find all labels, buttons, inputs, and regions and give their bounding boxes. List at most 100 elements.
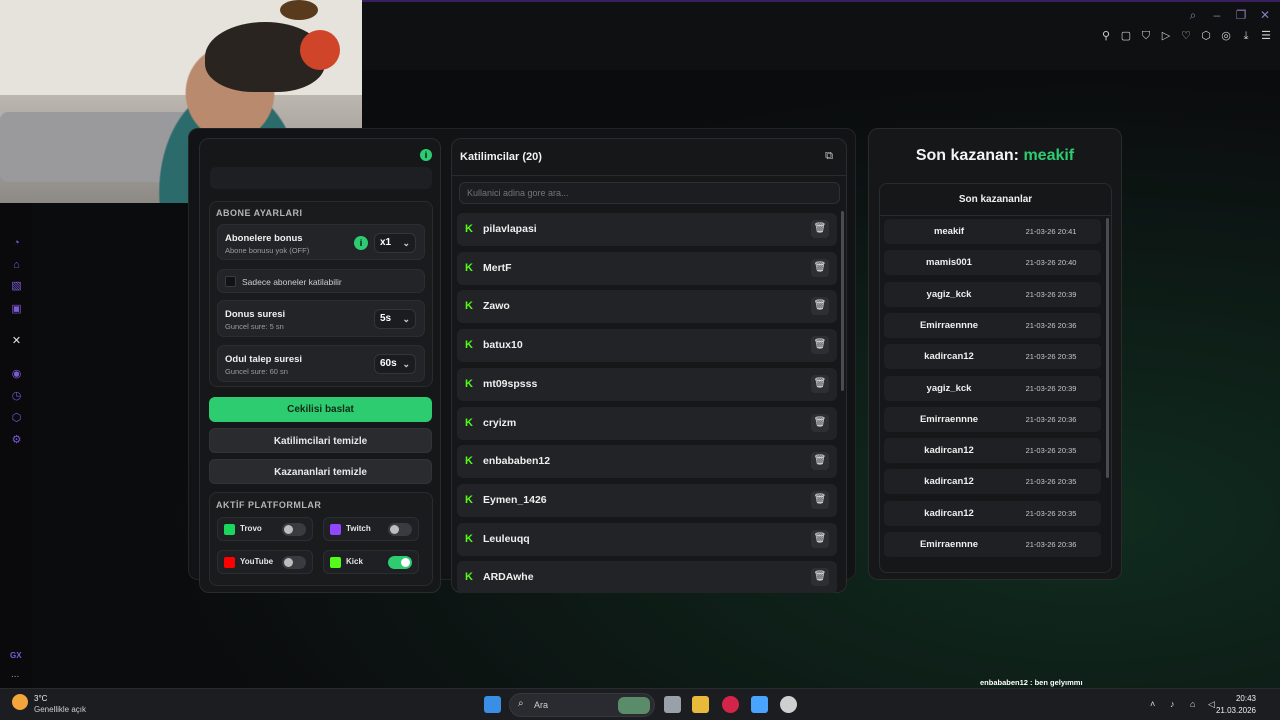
winner-name: kadircan12 <box>924 445 974 457</box>
date[interactable]: 21.03.2026 <box>1216 706 1256 715</box>
extensions-icon[interactable]: ⬡ <box>10 412 23 425</box>
start-icon[interactable] <box>484 696 501 713</box>
only-subs-checkbox[interactable] <box>225 276 236 287</box>
winner-item: Emirraennne 21-03-26 20:36 <box>884 532 1101 557</box>
close-icon[interactable]: ✕ <box>1258 8 1272 22</box>
task-view-icon[interactable] <box>664 696 681 713</box>
scrollbar[interactable] <box>1106 218 1109 478</box>
platform-label: Kick <box>346 557 363 566</box>
settings-field[interactable] <box>210 167 432 189</box>
winner-item: yagiz_kck 21-03-26 20:39 <box>884 281 1101 307</box>
sidebar-app-icon[interactable]: ▧ <box>10 280 23 293</box>
participant-list: Kpilavlapasi 🗑 K MertF 🗑 K Zawo 🗑 Kbatux10 🗑 Kmt09… <box>457 213 837 593</box>
weather-temp: 3°C <box>34 694 48 703</box>
participant-item: Kenbababen12 🗑 <box>457 445 837 479</box>
bonus-duration-select[interactable]: 5s ⌄ <box>374 309 416 329</box>
sidebar-app-icon[interactable]: ⌂ <box>10 259 23 272</box>
taskbar-search[interactable]: ⌕ Ara <box>509 693 655 717</box>
winner-name: Emirraennne <box>919 413 979 425</box>
menu-icon[interactable]: ☰ <box>1260 30 1272 42</box>
volume-icon[interactable]: ◁ <box>1208 699 1215 710</box>
participants-panel: Katilimcilar (20) ⧉ Kpilavlapasi 🗑 K MertF 🗑… <box>451 138 847 593</box>
trash-icon[interactable]: 🗑 <box>811 529 829 548</box>
claim-duration-value: 60s <box>380 358 397 369</box>
sidebar-app-icon[interactable]: ◔ <box>10 237 23 250</box>
sub-bonus-subtitle: Abone bonusu yok (OFF) <box>225 246 310 255</box>
trash-icon[interactable]: 🗑 <box>811 336 829 355</box>
shield-icon[interactable]: ⛉ <box>1140 30 1152 42</box>
only-subs-label: Sadece aboneler katilabilir <box>242 277 342 287</box>
recent-winners-box: Son kazananlar meakif 21-03-26 20:41 mamis… <box>879 183 1112 573</box>
copy-icon[interactable]: ⧉ <box>822 149 836 163</box>
more-icon[interactable]: ... <box>11 669 19 680</box>
winner-date: 21-03-26 20:36 <box>1025 320 1077 330</box>
sub-bonus-select[interactable]: x1 ⌄ <box>374 233 416 253</box>
platform-twitch: Twitch <box>323 517 419 541</box>
minimize-icon[interactable]: – <box>1210 8 1224 22</box>
profile-icon[interactable]: ◎ <box>1220 30 1232 42</box>
info-icon[interactable]: i <box>420 149 432 161</box>
claim-duration-select[interactable]: 60s ⌄ <box>374 354 416 374</box>
last-winner-prefix: Son kazanan: <box>915 147 1024 164</box>
kick-toggle[interactable] <box>388 556 412 569</box>
participant-name: batux10 <box>483 339 523 352</box>
twitch-toggle[interactable] <box>388 523 412 536</box>
only-subs-row[interactable]: Sadece aboneler katilabilir <box>217 269 425 293</box>
snapshot-icon[interactable]: ▢ <box>1120 30 1132 42</box>
youtube-toggle[interactable] <box>282 556 306 569</box>
network-icon[interactable]: ⌂ <box>1190 699 1195 709</box>
sidebar-app-icon[interactable]: ▣ <box>10 303 23 316</box>
trash-icon[interactable]: 🗑 <box>811 568 829 587</box>
opera-gx-icon[interactable] <box>722 696 739 713</box>
player-icon[interactable]: ◉ <box>10 368 23 381</box>
clock[interactable]: 20:43 <box>1236 694 1256 703</box>
file-explorer-icon[interactable] <box>692 696 709 713</box>
participant-search-input[interactable] <box>459 182 840 204</box>
start-giveaway-button[interactable]: Cekilisi baslat <box>209 397 432 422</box>
kick-icon: K <box>465 223 473 235</box>
chat-user: enbababen12 <box>980 678 1028 687</box>
pin-icon[interactable]: ⚲ <box>1100 30 1112 42</box>
settings-icon[interactable]: ⚙ <box>10 434 23 447</box>
platform-label: Trovo <box>240 524 262 533</box>
clear-participants-button[interactable]: Katilimcilari temizle <box>209 428 432 453</box>
participant-name: enbababen12 <box>483 455 551 468</box>
trash-icon[interactable]: 🗑 <box>811 413 829 432</box>
info-icon[interactable]: i <box>354 236 368 250</box>
trash-icon[interactable]: 🗑 <box>811 490 829 509</box>
scrollbar[interactable] <box>841 211 844 391</box>
trash-icon[interactable]: 🗑 <box>811 258 829 277</box>
participant-item: Kbatux10 🗑 <box>457 329 837 363</box>
store-icon[interactable] <box>751 696 768 713</box>
history-icon[interactable]: ◷ <box>10 390 23 403</box>
microphone-icon[interactable]: ♪ <box>1170 699 1175 709</box>
app-icon[interactable] <box>780 696 797 713</box>
weather-icon[interactable] <box>12 694 28 710</box>
bonus-duration-row: Donus suresi Guncel sure: 5 sn 5s ⌄ <box>217 300 425 337</box>
bonus-duration-value: 5s <box>380 313 392 324</box>
search-icon[interactable]: ⌕ <box>1186 8 1200 22</box>
kick-icon: K <box>465 377 473 390</box>
chevron-up-icon[interactable]: ˄ <box>1150 699 1155 709</box>
toggle-knob <box>284 525 293 534</box>
trovo-toggle[interactable] <box>282 523 306 536</box>
clear-winners-button[interactable]: Kazananlari temizle <box>209 459 432 484</box>
participant-name: MertF <box>483 261 512 274</box>
twitch-icon <box>330 524 341 535</box>
extensions-icon[interactable]: ⬡ <box>1200 30 1212 42</box>
participant-item: K Leuleuqq 🗑 <box>457 522 837 556</box>
x-icon[interactable]: ✕ <box>10 335 23 348</box>
trash-icon[interactable]: 🗑 <box>811 297 829 316</box>
download-icon[interactable]: ⤓ <box>1240 30 1252 42</box>
kick-icon: K <box>465 261 473 274</box>
trash-icon[interactable]: 🗑 <box>811 220 829 238</box>
toggle-knob <box>284 558 293 567</box>
play-icon[interactable]: ▷ <box>1160 30 1172 42</box>
restore-icon[interactable]: ❐ <box>1234 8 1248 22</box>
winner-item: Emirraennne 21-03-26 20:36 <box>884 312 1101 338</box>
participant-item: K Eymen_1426 🗑 <box>457 483 837 517</box>
trash-icon[interactable]: 🗑 <box>811 452 829 471</box>
subscriber-settings: ABONE AYARLARI Abonelere bonus Abone bon… <box>209 201 433 387</box>
heart-icon[interactable]: ♡ <box>1180 30 1192 42</box>
trash-icon[interactable]: 🗑 <box>811 374 829 393</box>
